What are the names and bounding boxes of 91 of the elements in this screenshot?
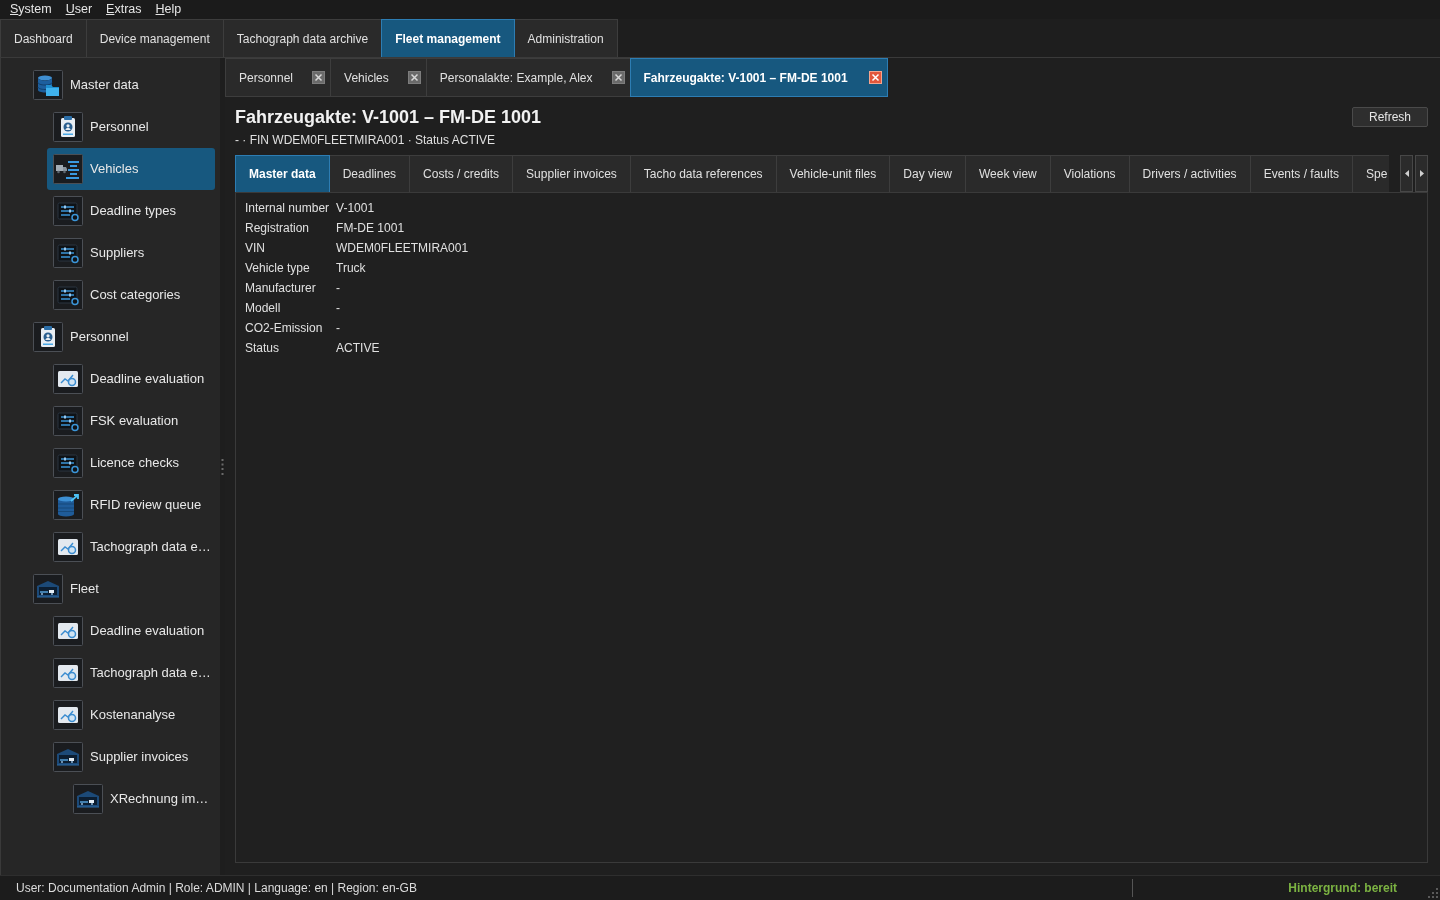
close-icon[interactable] — [407, 71, 421, 84]
sidebar-item[interactable]: Deadline evaluation — [47, 610, 215, 652]
sliders-icon — [53, 406, 83, 436]
field-label: Modell — [245, 300, 282, 317]
sliders-icon — [53, 448, 83, 478]
sidebar-item[interactable]: Kostenanalyse — [47, 694, 215, 736]
document-tab[interactable]: Personalakte: Example, Alex — [425, 58, 631, 97]
chart-magnifier-icon — [53, 364, 83, 394]
record-tab[interactable]: Supplier invoices — [512, 155, 631, 192]
field-label: CO2-Emission — [245, 320, 324, 337]
chart-magnifier-icon — [53, 532, 83, 562]
sidebar-item[interactable]: Cost categories — [47, 274, 215, 316]
field-label: Vehicle type — [245, 260, 311, 277]
scroll-left-button[interactable] — [1400, 155, 1413, 192]
sidebar-item[interactable]: Suppliers — [47, 232, 215, 274]
main-tab[interactable]: Dashboard — [0, 19, 87, 57]
field-value: - — [336, 300, 342, 317]
record-tab[interactable]: Tacho data references — [629, 155, 777, 192]
sidebar-item[interactable]: Tachograph data e… — [47, 526, 215, 568]
sidebar-item[interactable]: Deadline evaluation — [47, 358, 215, 400]
refresh-button[interactable]: Refresh — [1351, 107, 1428, 127]
close-icon[interactable] — [868, 71, 882, 84]
caret-right-icon — [1419, 170, 1424, 177]
field-value: FM-DE 1001 — [336, 220, 406, 237]
menu-item[interactable]: Extras — [99, 1, 149, 18]
sidebar-item[interactable]: Deadline types — [47, 190, 215, 232]
status-text: User: Documentation Admin | Role: ADMIN | Language: en | Region: en-GB — [15, 880, 418, 897]
sidebar-item[interactable]: Tachograph data e… — [47, 652, 215, 694]
close-icon[interactable] — [611, 71, 625, 84]
sliders-icon — [53, 196, 83, 226]
record-title: Fahrzeugakte: V-1001 – FM-DE 1001 — [235, 106, 542, 128]
database-folder-icon — [33, 70, 63, 100]
resize-grip-icon[interactable] — [1428, 888, 1438, 898]
field-label: VIN — [245, 240, 266, 257]
record-tab[interactable]: Master data — [235, 155, 330, 192]
sidebar-item[interactable]: RFID review queue — [47, 484, 215, 526]
field-value: V-1001 — [336, 200, 376, 217]
sliders-icon — [53, 238, 83, 268]
chart-magnifier-icon — [53, 658, 83, 688]
field-value: - — [336, 320, 342, 337]
menu-item[interactable]: Help — [148, 1, 189, 18]
chart-magnifier-icon — [53, 616, 83, 646]
close-icon[interactable] — [312, 71, 326, 84]
field-label: Manufacturer — [245, 280, 317, 297]
record-tab[interactable]: Drivers / activities — [1128, 155, 1251, 192]
record-tab[interactable]: Week view — [965, 155, 1051, 192]
record-tab[interactable]: Events / faults — [1249, 155, 1353, 192]
sidebar-item[interactable]: XRechnung im… — [67, 778, 215, 820]
garage-truck-icon — [33, 574, 63, 604]
sidebar-item[interactable]: Fleet — [27, 568, 215, 610]
main-tab[interactable]: Administration — [513, 19, 618, 57]
field-value: WDEM0FLEETMIRA001 — [336, 240, 469, 257]
record-tab[interactable]: Costs / credits — [409, 155, 514, 192]
menu-item[interactable]: System — [3, 1, 59, 18]
main-tab[interactable]: Fleet management — [381, 19, 515, 57]
truck-list-icon — [53, 154, 83, 184]
id-badge-icon — [53, 112, 83, 142]
record-tab[interactable]: Spe — [1352, 155, 1390, 192]
sidebar-item[interactable]: Personnel — [27, 316, 215, 358]
document-tab[interactable]: Personnel — [225, 58, 332, 97]
field-value: Truck — [336, 260, 367, 277]
field-value: - — [336, 280, 342, 297]
menu-item[interactable]: User — [58, 1, 100, 18]
sliders-icon — [53, 280, 83, 310]
background-status: Hintergrund: bereit — [1288, 880, 1397, 897]
record-tab[interactable]: Violations — [1049, 155, 1130, 192]
record-tab[interactable]: Day view — [889, 155, 966, 192]
grip-icon[interactable] — [221, 458, 224, 475]
field-value: ACTIVE — [336, 340, 381, 357]
field-label: Internal number — [245, 200, 330, 217]
field-label: Status — [245, 340, 281, 357]
chart-magnifier-icon — [53, 700, 83, 730]
record-subtitle: - · FIN WDEM0FLEETMIRA001 · Status ACTIVE — [235, 132, 497, 148]
sidebar-item[interactable]: Vehicles — [47, 148, 215, 190]
record-tab[interactable]: Deadlines — [328, 155, 411, 192]
garage-truck-icon — [53, 742, 83, 772]
id-badge-icon — [33, 322, 63, 352]
field-label: Registration — [245, 220, 311, 237]
garage-truck-icon — [73, 784, 103, 814]
sidebar-item[interactable]: Licence checks — [47, 442, 215, 484]
scroll-right-button[interactable] — [1415, 155, 1428, 192]
sidebar-item[interactable]: FSK evaluation — [47, 400, 215, 442]
sidebar-item[interactable]: Master data — [27, 64, 215, 106]
sidebar-item[interactable]: Personnel — [47, 106, 215, 148]
sidebar-item[interactable]: Supplier invoices — [47, 736, 215, 778]
document-tab[interactable]: Vehicles — [330, 58, 427, 97]
main-tab[interactable]: Tachograph data archive — [222, 19, 383, 57]
record-tab[interactable]: Vehicle-unit files — [775, 155, 891, 192]
caret-left-icon — [1404, 170, 1409, 177]
main-tab[interactable]: Device management — [85, 19, 224, 57]
document-tab[interactable]: Fahrzeugakte: V-1001 – FM-DE 1001 — [629, 58, 888, 97]
